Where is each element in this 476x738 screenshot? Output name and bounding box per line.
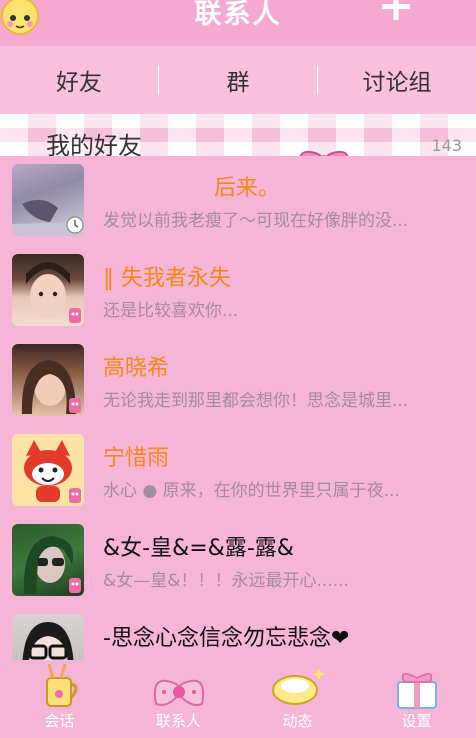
- contact-name: 宁惜雨: [103, 446, 170, 471]
- cake-dish-icon: [272, 668, 325, 705]
- contact-tabs: 好友 群 讨论组: [0, 46, 476, 114]
- group-name: 我的好友: [46, 132, 142, 156]
- nav-contacts[interactable]: 联系人: [119, 660, 238, 738]
- bow-icon: [154, 679, 204, 706]
- clock-icon: [66, 216, 84, 234]
- contact-row[interactable]: 宁惜雨 水心 ● 原来，在你的世界里只属于夜...: [0, 426, 476, 516]
- top-header: 联系人 +: [0, 0, 476, 46]
- nav-feeds[interactable]: 动态: [238, 660, 357, 738]
- contact-message: 水心 ● 原来，在你的世界里只属于夜...: [103, 481, 400, 501]
- contact-avatar: [12, 614, 84, 660]
- contact-name: -思念心念信念勿忘悲念❤: [103, 626, 350, 651]
- contact-row[interactable]: 后来。 发觉以前我老瘦了～可现在好像胖的没...: [0, 156, 476, 246]
- contact-list: 后来。 发觉以前我老瘦了～可现在好像胖的没... ‖ 失我者永失 还是比较喜欢你…: [0, 156, 476, 660]
- friend-group-header[interactable]: 我的好友 143: [0, 114, 476, 156]
- nav-conversations[interactable]: 会话: [0, 660, 119, 738]
- contact-row[interactable]: &女-皇&=&露-露& &女—皇&！！！永远最开心......: [0, 516, 476, 606]
- contact-message: 还是比较喜欢你...: [103, 301, 239, 321]
- contact-message: 无论我走到那里都会想你！思念是城里...: [103, 391, 409, 411]
- phone-status-icon: [69, 398, 81, 413]
- contact-message: &女—皇&！！！永远最开心......: [103, 571, 349, 591]
- bottom-nav: 会话 联系人 动态 设置: [0, 660, 476, 738]
- contact-name: ‖ 失我者永失: [103, 266, 231, 291]
- tab-friends[interactable]: 好友: [0, 63, 158, 97]
- bow-decoration-icon: [299, 150, 349, 156]
- nav-settings[interactable]: 设置: [357, 660, 476, 738]
- contact-name: 高晓希: [103, 356, 170, 381]
- nav-label: 动态: [282, 712, 313, 730]
- cup-icon: [46, 664, 78, 707]
- phone-status-icon: [69, 488, 81, 503]
- contact-name: &女-皇&=&露-露&: [103, 536, 294, 561]
- nav-label: 会话: [44, 712, 75, 730]
- contact-message: 发觉以前我老瘦了～可现在好像胖的没...: [103, 211, 409, 231]
- tab-groups[interactable]: 群: [159, 63, 317, 97]
- add-contact-button[interactable]: +: [376, 0, 416, 28]
- gift-box-icon: [397, 673, 437, 709]
- tab-discussions[interactable]: 讨论组: [318, 63, 476, 97]
- nav-label: 设置: [401, 712, 432, 730]
- group-count: 143: [431, 136, 462, 155]
- nav-label: 联系人: [155, 712, 201, 730]
- contact-row[interactable]: ‖ 失我者永失 还是比较喜欢你...: [0, 246, 476, 336]
- contact-row[interactable]: 高晓希 无论我走到那里都会想你！思念是城里...: [0, 336, 476, 426]
- phone-status-icon: [69, 578, 81, 593]
- phone-status-icon: [69, 308, 81, 323]
- contact-name: 后来。: [214, 176, 281, 201]
- contact-row[interactable]: -思念心念信念勿忘悲念❤: [0, 606, 476, 660]
